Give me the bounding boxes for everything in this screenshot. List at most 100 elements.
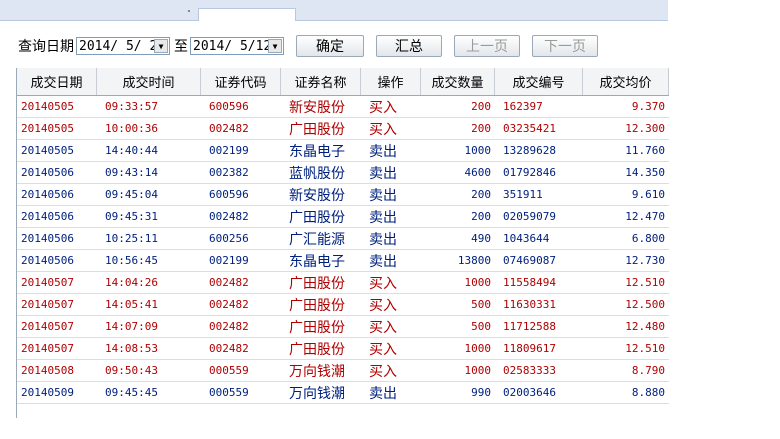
cell-trade-date: 20140506 <box>21 232 74 245</box>
header-security-name[interactable]: 证券名称 <box>281 68 361 95</box>
start-date-picker[interactable]: 2014/ 5/ 2 ▼ <box>76 37 170 55</box>
cell-operation: 卖出 <box>369 209 397 226</box>
cell-quantity: 4600 <box>464 166 492 179</box>
cell-security-name: 广田股份 <box>289 319 345 336</box>
to-label: 至 <box>174 39 188 55</box>
query-date-label: 查询日期 <box>18 39 74 55</box>
cell-quantity: 13800 <box>457 254 491 267</box>
cell-quantity: 200 <box>471 100 491 113</box>
cell-trade-time: 09:45:04 <box>105 188 158 201</box>
cell-quantity: 990 <box>471 386 491 399</box>
cell-security-name: 新安股份 <box>289 99 345 116</box>
table-row[interactable]: 20140506 10:25:11 600256 广汇能源 卖出 490 1043644 6.… <box>17 228 669 250</box>
cell-avg-price: 12.730 <box>625 254 665 267</box>
header-security-code[interactable]: 证券代码 <box>201 68 281 95</box>
cell-operation: 买入 <box>369 275 397 292</box>
end-date-picker[interactable]: 2014/ 5/12 ▼ <box>190 37 284 55</box>
cell-operation: 买入 <box>369 121 397 138</box>
cell-trade-time: 14:07:09 <box>105 320 158 333</box>
header-trade-id[interactable]: 成交编号 <box>495 68 583 95</box>
cell-avg-price: 9.370 <box>631 100 665 113</box>
cell-security-name: 广田股份 <box>289 341 345 358</box>
separator-dot <box>188 10 190 12</box>
cell-quantity: 200 <box>471 188 491 201</box>
cell-trade-date: 20140505 <box>21 122 74 135</box>
cell-trade-date: 20140507 <box>21 320 74 333</box>
cell-security-name: 万向钱潮 <box>289 363 345 380</box>
cell-quantity: 200 <box>471 122 491 135</box>
table-row[interactable]: 20140508 09:50:43 000559 万向钱潮 买入 1000 02583333… <box>17 360 669 382</box>
active-tab[interactable] <box>198 8 296 21</box>
cell-security-code: 600596 <box>209 188 249 201</box>
table-header: 成交日期 成交时间 证券代码 证券名称 操作 成交数量 成交编号 成交均价 <box>17 68 669 96</box>
cell-avg-price: 14.350 <box>625 166 665 179</box>
cell-trade-id: 11809617 <box>503 342 556 355</box>
prev-page-button[interactable]: 上一页 <box>454 35 520 57</box>
cell-security-code: 002482 <box>209 276 249 289</box>
cell-trade-date: 20140506 <box>21 210 74 223</box>
cell-trade-id: 03235421 <box>503 122 556 135</box>
cell-trade-time: 14:08:53 <box>105 342 158 355</box>
cell-quantity: 490 <box>471 232 491 245</box>
title-strip <box>0 0 668 21</box>
cell-trade-id: 02059079 <box>503 210 556 223</box>
cell-security-name: 广田股份 <box>289 121 345 138</box>
cell-quantity: 1000 <box>464 276 492 289</box>
table-row[interactable]: 20140507 14:05:41 002482 广田股份 买入 500 11630331 1… <box>17 294 669 316</box>
cell-operation: 卖出 <box>369 165 397 182</box>
cell-trade-date: 20140506 <box>21 188 74 201</box>
chevron-down-icon[interactable]: ▼ <box>268 39 282 53</box>
header-quantity[interactable]: 成交数量 <box>421 68 495 95</box>
end-date-value: 2014/ 5/12 <box>193 38 272 54</box>
table-row[interactable]: 20140505 09:33:57 600596 新安股份 买入 200 162397 9.3… <box>17 96 669 118</box>
header-avg-price[interactable]: 成交均价 <box>583 68 669 95</box>
table-row[interactable]: 20140507 14:04:26 002482 广田股份 买入 1000 11558494… <box>17 272 669 294</box>
table-row[interactable]: 20140509 09:45:45 000559 万向钱潮 卖出 990 02003646 8… <box>17 382 669 404</box>
cell-security-name: 广田股份 <box>289 275 345 292</box>
cell-trade-time: 09:33:57 <box>105 100 158 113</box>
cell-security-code: 002482 <box>209 210 249 223</box>
cell-security-code: 002482 <box>209 320 249 333</box>
table-row[interactable]: 20140507 14:08:53 002482 广田股份 买入 1000 11809617… <box>17 338 669 360</box>
cell-trade-id: 351911 <box>503 188 543 201</box>
header-trade-date[interactable]: 成交日期 <box>17 68 97 95</box>
cell-trade-date: 20140506 <box>21 254 74 267</box>
cell-avg-price: 12.500 <box>625 298 665 311</box>
cell-security-name: 新安股份 <box>289 187 345 204</box>
table-row[interactable]: 20140505 10:00:36 002482 广田股份 买入 200 03235421 1… <box>17 118 669 140</box>
table-row[interactable]: 20140505 14:40:44 002199 东晶电子 卖出 1000 13289628… <box>17 140 669 162</box>
cell-security-code: 002382 <box>209 166 249 179</box>
cell-security-code: 002199 <box>209 254 249 267</box>
table-row[interactable]: 20140506 10:56:45 002199 东晶电子 卖出 13800 0746908… <box>17 250 669 272</box>
cell-security-code: 002482 <box>209 122 249 135</box>
cell-trade-id: 13289628 <box>503 144 556 157</box>
table-row[interactable]: 20140506 09:45:04 600596 新安股份 卖出 200 351911 9.6… <box>17 184 669 206</box>
cell-trade-time: 10:56:45 <box>105 254 158 267</box>
next-page-button[interactable]: 下一页 <box>532 35 598 57</box>
cell-operation: 买入 <box>369 363 397 380</box>
cell-quantity: 1000 <box>464 342 492 355</box>
cell-security-name: 东晶电子 <box>289 253 345 270</box>
cell-quantity: 500 <box>471 298 491 311</box>
header-operation[interactable]: 操作 <box>361 68 421 95</box>
cell-trade-time: 09:50:43 <box>105 364 158 377</box>
chevron-down-icon[interactable]: ▼ <box>154 39 168 53</box>
table-row[interactable]: 20140506 09:45:31 002482 广田股份 卖出 200 02059079 1… <box>17 206 669 228</box>
cell-trade-date: 20140507 <box>21 276 74 289</box>
table-row[interactable]: 20140507 14:07:09 002482 广田股份 买入 500 11712588 1… <box>17 316 669 338</box>
cell-trade-id: 11630331 <box>503 298 556 311</box>
cell-trade-time: 14:05:41 <box>105 298 158 311</box>
summary-button[interactable]: 汇总 <box>376 35 442 57</box>
cell-trade-id: 01792846 <box>503 166 556 179</box>
cell-trade-date: 20140507 <box>21 342 74 355</box>
cell-avg-price: 8.790 <box>631 364 665 377</box>
cell-trade-time: 10:25:11 <box>105 232 158 245</box>
header-trade-time[interactable]: 成交时间 <box>97 68 201 95</box>
cell-security-code: 002482 <box>209 342 249 355</box>
cell-trade-date: 20140506 <box>21 166 74 179</box>
cell-avg-price: 8.880 <box>631 386 665 399</box>
table-row[interactable]: 20140506 09:43:14 002382 蓝帆股份 卖出 4600 01792846… <box>17 162 669 184</box>
confirm-button[interactable]: 确定 <box>296 35 364 57</box>
cell-quantity: 500 <box>471 320 491 333</box>
cell-security-name: 东晶电子 <box>289 143 345 160</box>
